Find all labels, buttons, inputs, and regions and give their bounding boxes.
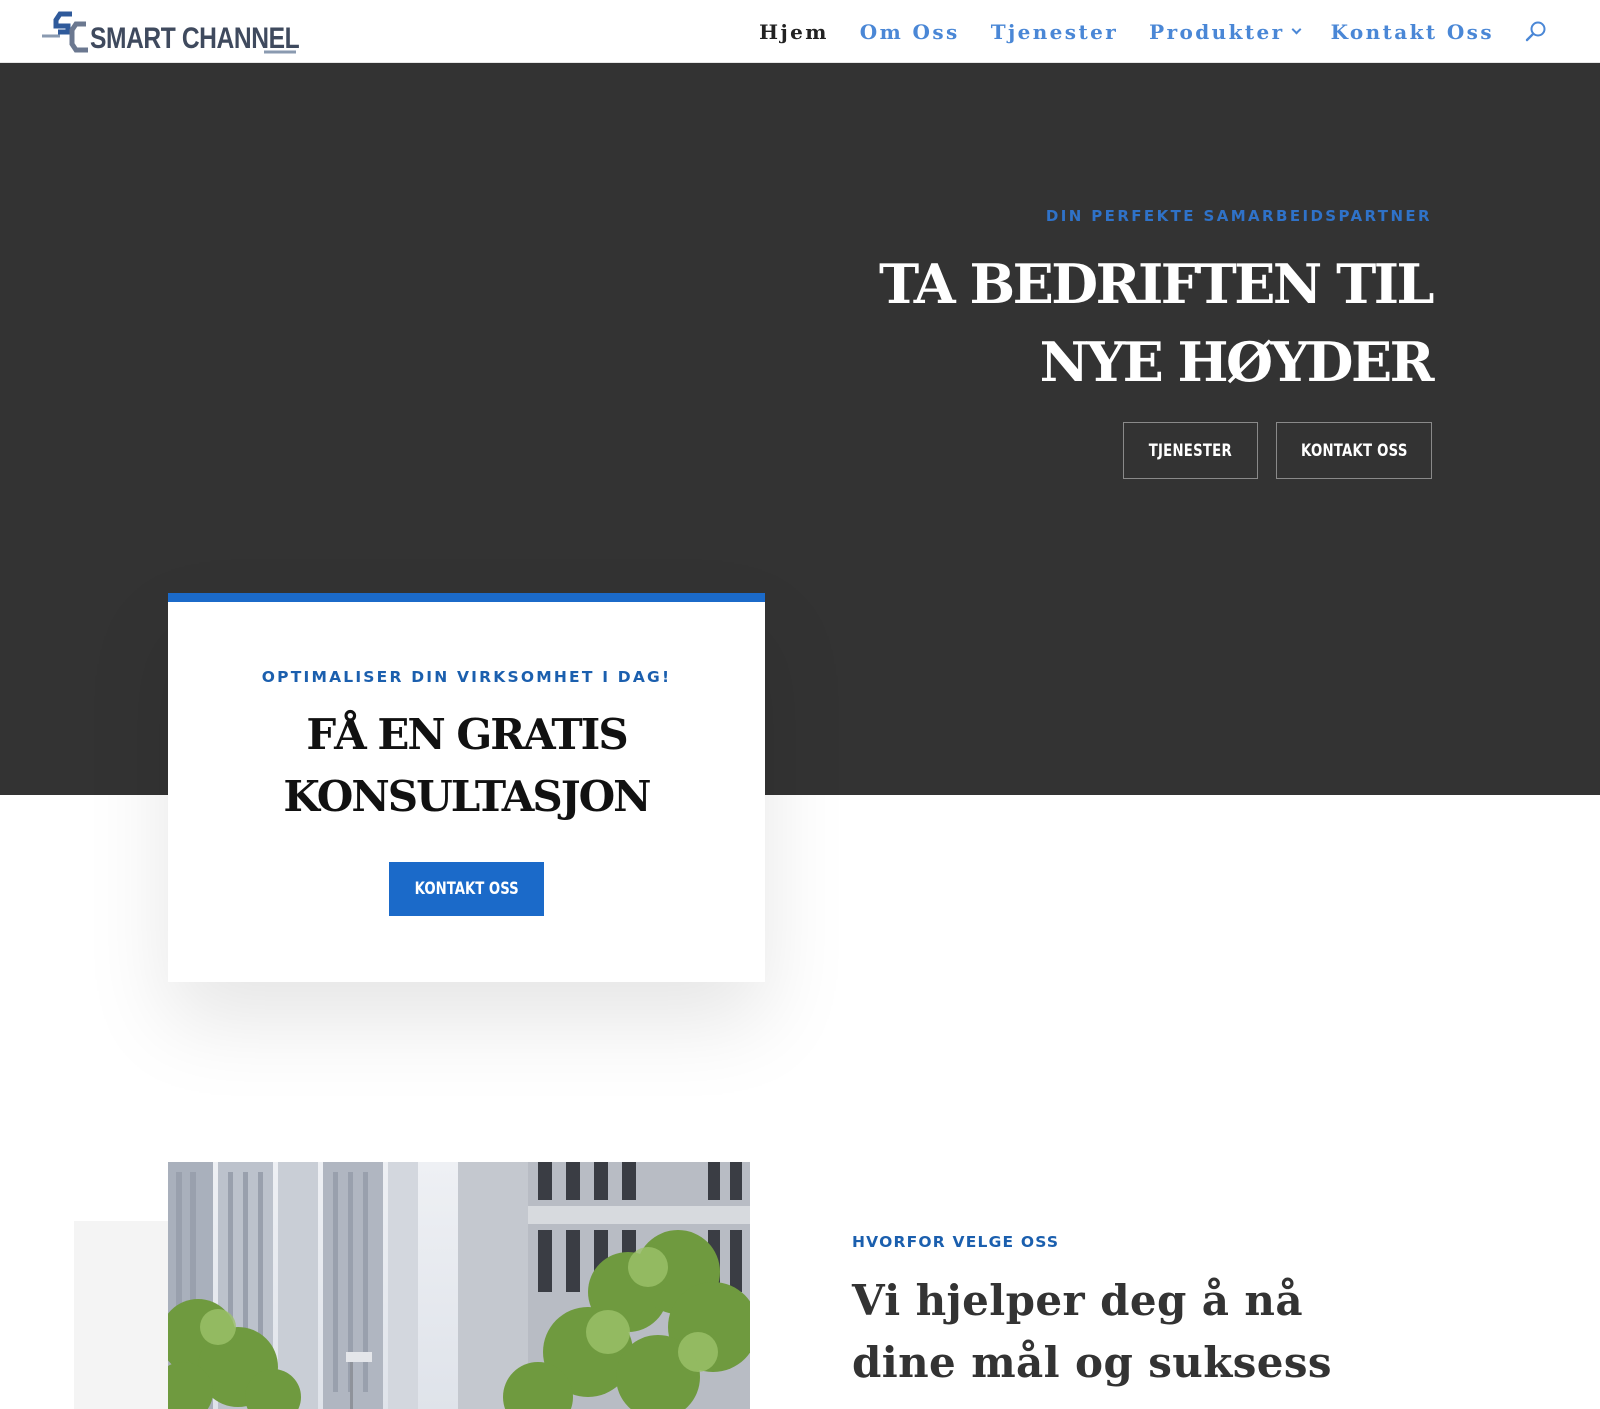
why-eyebrow: HVORFOR VELGE OSS xyxy=(852,1233,1060,1251)
hero-title: TA BEDRIFTEN TIL NYE HØYDER xyxy=(879,252,1434,394)
search-icon[interactable] xyxy=(1524,20,1548,44)
nav-item-produkter[interactable]: Produkter xyxy=(1149,19,1302,44)
logo[interactable]: SMART CHANNEL xyxy=(38,6,303,60)
kontakt-oss-hero-button-label: KONTAKT OSS xyxy=(1300,440,1408,461)
hero-buttons: TJENESTER KONTAKT OSS xyxy=(1105,422,1432,479)
nav-item-produkter-label: Produkter xyxy=(1149,19,1285,44)
kontakt-oss-hero-button[interactable]: KONTAKT OSS xyxy=(1276,422,1432,479)
hero-eyebrow: DIN PERFEKTE SAMARBEIDSPARTNER xyxy=(1045,207,1432,225)
why-title: Vi hjelper deg å nå dine mål og suksess xyxy=(852,1276,1332,1387)
logo-text: SMART CHANNEL xyxy=(90,22,300,55)
city-street-illustration xyxy=(168,1162,750,1409)
city-street-image xyxy=(168,1162,750,1409)
nav-item-hjem[interactable]: Hjem xyxy=(759,20,829,44)
tjenester-button[interactable]: TJENESTER xyxy=(1123,422,1258,479)
consultation-card: OPTIMALISER DIN VIRKSOMHET I DAG! FÅ EN … xyxy=(168,593,765,982)
main-nav: Hjem Om Oss Tjenester Produkter Kontakt … xyxy=(759,0,1548,63)
nav-item-om-oss[interactable]: Om Oss xyxy=(860,20,960,44)
consultation-title: FÅ EN GRATIS KONSULTASJON xyxy=(283,710,651,821)
consultation-eyebrow: OPTIMALISER DIN VIRKSOMHET I DAG! xyxy=(261,668,672,686)
kontakt-oss-card-button[interactable]: KONTAKT OSS xyxy=(389,862,544,916)
site-header: SMART CHANNEL Hjem Om Oss Tjenester Prod… xyxy=(0,0,1600,63)
kontakt-oss-card-button-label: KONTAKT OSS xyxy=(414,879,519,899)
chevron-down-icon xyxy=(1291,24,1302,34)
tjenester-button-label: TJENESTER xyxy=(1148,440,1233,461)
nav-item-tjenester[interactable]: Tjenester xyxy=(991,20,1118,44)
nav-item-kontakt-oss[interactable]: Kontakt Oss xyxy=(1331,20,1494,44)
